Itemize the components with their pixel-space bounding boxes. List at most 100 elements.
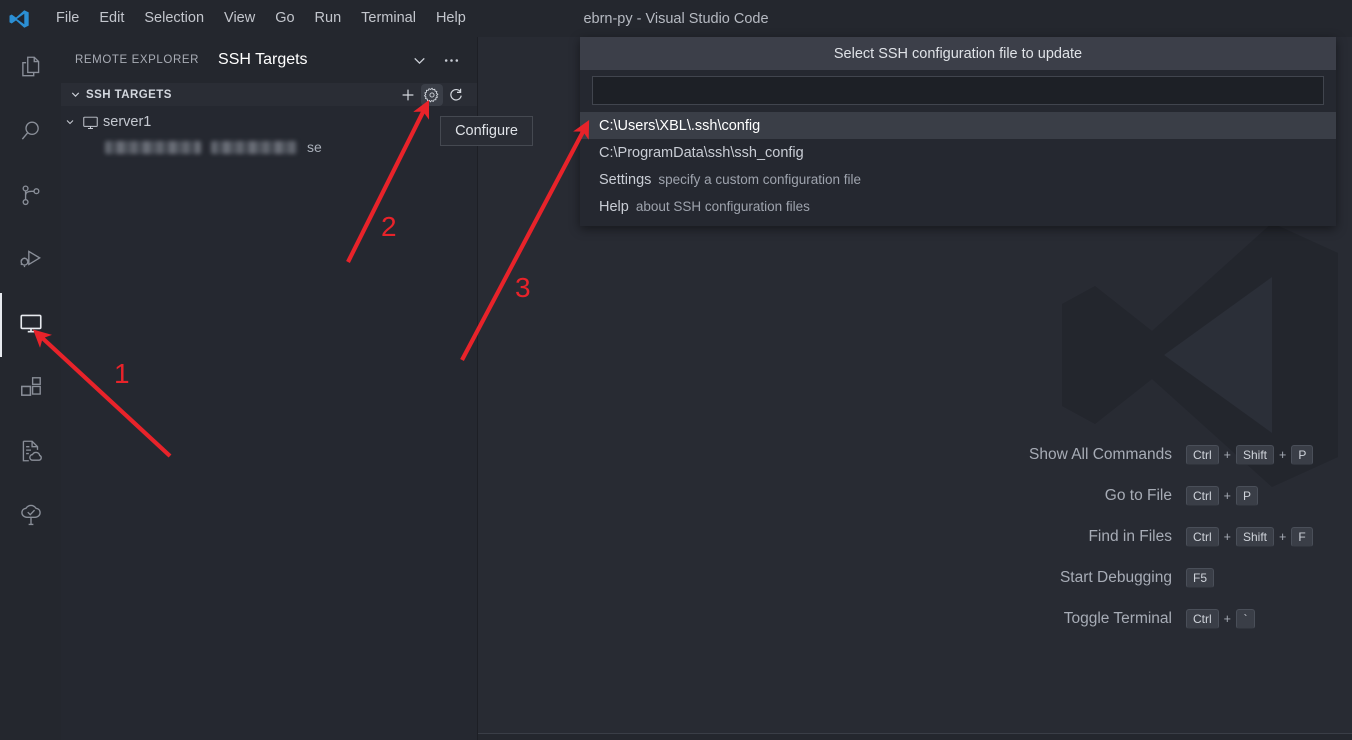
title-bar: File Edit Selection View Go Run Terminal… <box>0 0 1352 37</box>
shortcut-keys: Ctrl + ` <box>1186 609 1352 629</box>
vscode-window: File Edit Selection View Go Run Terminal… <box>0 0 1352 740</box>
file-cloud-icon <box>18 438 44 469</box>
vscode-logo-icon <box>0 0 38 37</box>
activity-item-remote-file-sync[interactable] <box>0 421 61 485</box>
key-separator: + <box>1279 448 1287 462</box>
explorer-files-icon <box>18 54 44 85</box>
tree-item-redacted-detail[interactable]: se <box>61 134 477 160</box>
shortcut-row-show-all-commands: Show All Commands Ctrl + Shift + P <box>478 445 1352 465</box>
section-actions <box>397 83 477 106</box>
key-shift: Shift <box>1235 527 1274 547</box>
shortcut-keys: Ctrl + Shift + P <box>1186 445 1352 465</box>
activity-item-run-and-debug[interactable] <box>0 229 61 293</box>
quick-pick-item-description: about SSH configuration files <box>635 199 810 214</box>
shortcut-row-start-debugging: Start Debugging F5 <box>478 568 1352 588</box>
shortcut-label: Show All Commands <box>1028 446 1172 463</box>
menu-item-terminal[interactable]: Terminal <box>351 7 426 30</box>
ssh-targets-tree: server1 se <box>61 106 477 160</box>
key-separator: + <box>1223 612 1231 626</box>
redacted-visible-tail: se <box>307 139 322 155</box>
run-and-debug-icon <box>18 246 44 277</box>
add-new-ssh-host-button[interactable] <box>397 84 419 106</box>
annotation-number-2: 2 <box>381 211 397 242</box>
key-ctrl: Ctrl <box>1186 486 1219 506</box>
key-separator: + <box>1223 489 1231 503</box>
shortcut-row-go-to-file: Go to File Ctrl + P <box>478 486 1352 506</box>
shortcut-keys: F5 <box>1186 568 1352 588</box>
menu-item-run[interactable]: Run <box>305 7 352 30</box>
activity-item-search[interactable] <box>0 101 61 165</box>
activity-item-remote-explorer[interactable] <box>0 293 61 357</box>
menu-item-selection[interactable]: Selection <box>134 7 214 30</box>
editor-bottom-divider <box>478 733 1352 734</box>
quick-pick-input-wrap <box>580 70 1336 112</box>
quick-pick-item-help[interactable]: Help about SSH configuration files <box>580 193 1336 220</box>
key-ctrl: Ctrl <box>1186 609 1219 629</box>
redacted-blob-2 <box>211 140 297 154</box>
quick-pick-item-user-ssh-config[interactable]: C:\Users\XBL\.ssh\config <box>580 112 1336 139</box>
shortcut-label: Go to File <box>1104 487 1172 504</box>
extensions-blocks-icon <box>18 374 44 405</box>
quick-pick-search-input[interactable] <box>592 76 1324 105</box>
shortcut-keys: Ctrl + P <box>1186 486 1352 506</box>
quick-pick-item-label: Help <box>599 198 629 215</box>
menu-bar: File Edit Selection View Go Run Terminal… <box>46 7 476 30</box>
redacted-blob-1 <box>105 140 201 154</box>
quick-pick-dialog: Select SSH configuration file to update … <box>580 37 1336 226</box>
section-header-ssh-targets[interactable]: SSH TARGETS <box>61 83 477 106</box>
section-title-label: SSH TARGETS <box>86 88 172 101</box>
shortcut-label: Start Debugging <box>1059 569 1172 586</box>
quick-pick-item-programdata-ssh-config[interactable]: C:\ProgramData\ssh\ssh_config <box>580 139 1336 166</box>
sidebar-header-actions <box>407 48 471 72</box>
tree-check-icon <box>18 502 44 533</box>
activity-item-explorer[interactable] <box>0 37 61 101</box>
remote-explorer-monitor-icon <box>18 310 44 341</box>
refresh-button[interactable] <box>445 84 467 106</box>
editor-shortcuts-watermark: Show All Commands Ctrl + Shift + P Go to… <box>478 445 1352 629</box>
monitor-icon <box>79 114 101 131</box>
configure-tooltip: Configure <box>440 116 533 146</box>
tree-item-label: server1 <box>103 114 152 130</box>
views-more-actions-ellipsis-icon[interactable] <box>439 48 463 72</box>
shortcut-label: Find in Files <box>1088 528 1172 545</box>
menu-item-help[interactable]: Help <box>426 7 476 30</box>
annotation-number-3: 3 <box>515 272 531 303</box>
key-p: P <box>1235 486 1258 506</box>
quick-pick-item-label: C:\Users\XBL\.ssh\config <box>599 117 761 134</box>
source-control-branch-icon <box>18 182 44 213</box>
section-chevron-down-icon <box>69 88 82 101</box>
menu-item-file[interactable]: File <box>46 7 89 30</box>
annotation-number-1: 1 <box>114 358 130 389</box>
configure-gear-button[interactable] <box>421 83 443 106</box>
sidebar-view-title: REMOTE EXPLORER <box>75 54 200 66</box>
quick-pick-item-settings[interactable]: Settings specify a custom configuration … <box>580 166 1336 193</box>
search-icon <box>18 118 44 149</box>
shortcut-keys: Ctrl + Shift + F <box>1186 527 1352 547</box>
quick-pick-item-label: C:\ProgramData\ssh\ssh_config <box>599 144 804 161</box>
activity-item-project-tree[interactable] <box>0 485 61 549</box>
shortcut-row-toggle-terminal: Toggle Terminal Ctrl + ` <box>478 609 1352 629</box>
menu-item-view[interactable]: View <box>214 7 265 30</box>
tree-item-server1[interactable]: server1 <box>61 110 477 134</box>
key-separator: + <box>1279 530 1287 544</box>
key-f: F <box>1291 527 1313 547</box>
key-separator: + <box>1223 530 1231 544</box>
quick-pick-item-label: Settings <box>599 171 652 188</box>
shortcut-row-find-in-files: Find in Files Ctrl + Shift + F <box>478 527 1352 547</box>
activity-item-source-control[interactable] <box>0 165 61 229</box>
shortcut-label: Toggle Terminal <box>1063 610 1172 627</box>
menu-item-edit[interactable]: Edit <box>89 7 134 30</box>
tree-chevron-down-icon[interactable] <box>61 116 79 128</box>
redacted-text-blobs: se <box>105 139 322 155</box>
views-chevron-down-icon[interactable] <box>407 48 431 72</box>
key-shift: Shift <box>1235 445 1274 465</box>
sidebar-header: REMOTE EXPLORER SSH Targets <box>61 37 477 83</box>
sidebar-tab-ssh-targets[interactable]: SSH Targets <box>218 51 308 69</box>
key-f5: F5 <box>1186 568 1215 588</box>
key-ctrl: Ctrl <box>1186 445 1219 465</box>
activity-item-extensions[interactable] <box>0 357 61 421</box>
quick-pick-item-description: specify a custom configuration file <box>658 172 862 187</box>
key-separator: + <box>1223 448 1231 462</box>
key-ctrl: Ctrl <box>1186 527 1219 547</box>
menu-item-go[interactable]: Go <box>265 7 304 30</box>
